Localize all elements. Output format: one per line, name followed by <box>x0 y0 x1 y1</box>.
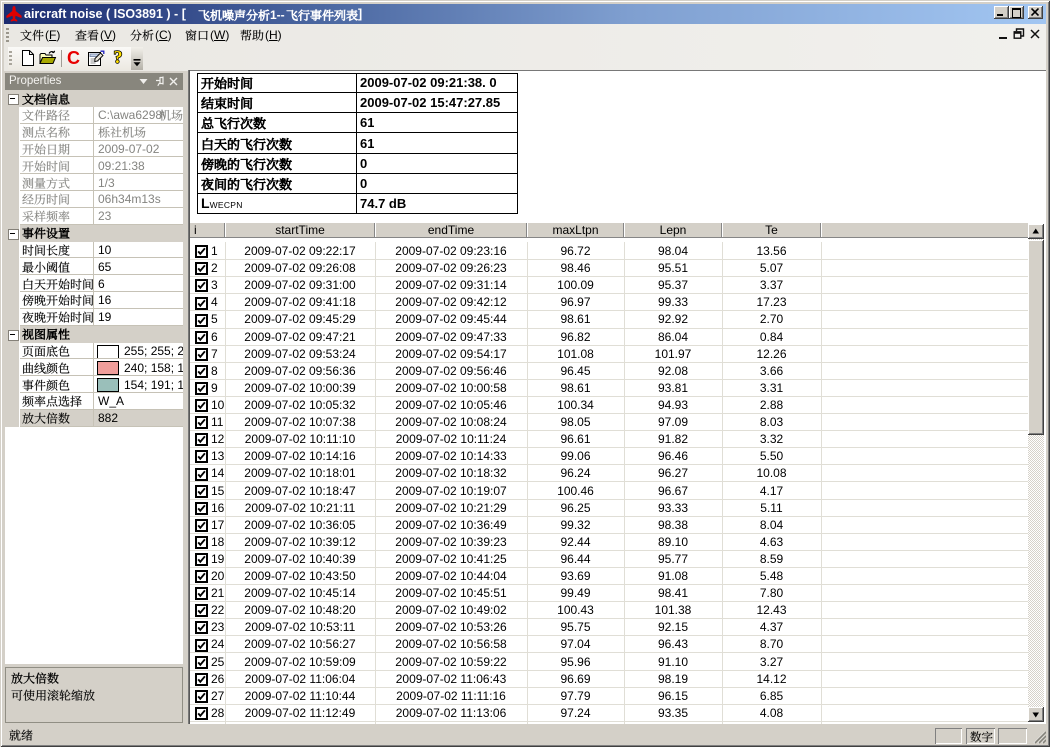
svg-text:?: ? <box>114 49 123 67</box>
